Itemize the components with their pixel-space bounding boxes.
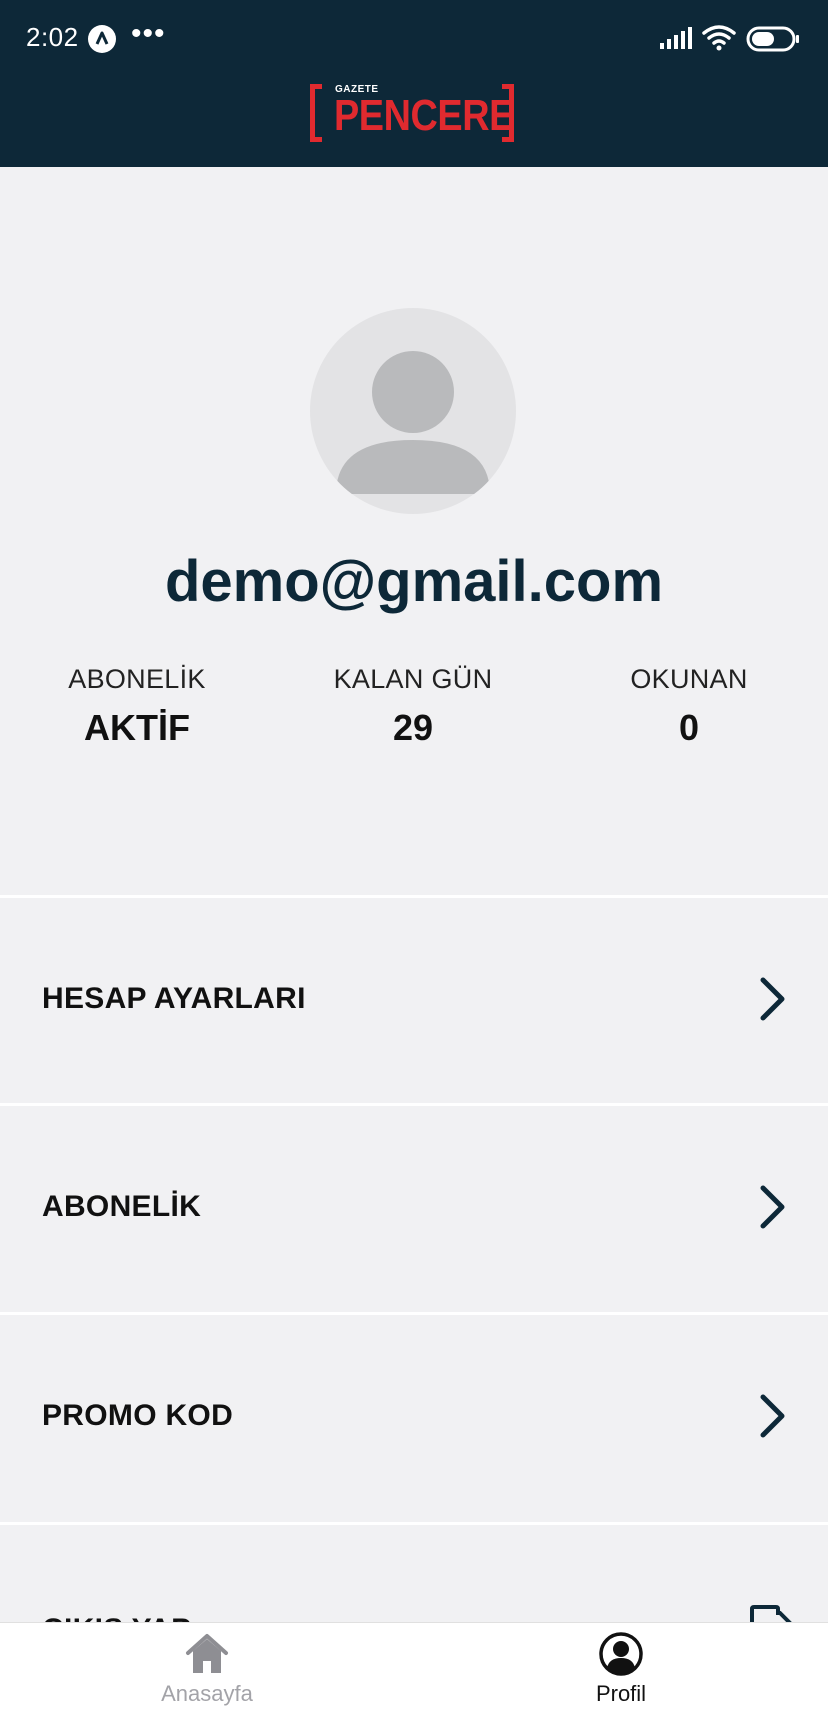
stat-label: ABONELİK (68, 664, 206, 694)
app-header: 2:02 ••• GAZETE PENCERE (0, 0, 828, 167)
logo-bracket-left (310, 84, 322, 142)
notification-app-icon (88, 25, 116, 53)
stat-value: 29 (392, 707, 434, 748)
logo-main-text: PENCERE (334, 91, 514, 140)
more-notifications-icon: ••• (131, 17, 166, 50)
menu-item-subscription[interactable]: ABONELİK (0, 1106, 828, 1311)
menu-item-label: HESAP AYARLARI (42, 982, 306, 1015)
gazete-pencere-logo: GAZETE PENCERE (306, 80, 518, 148)
chevron-right-icon (758, 1184, 788, 1230)
nav-item-home[interactable]: Anasayfa (127, 1631, 287, 1707)
user-email: demo@gmail.com (164, 549, 664, 614)
avatar[interactable] (310, 308, 516, 514)
status-bar: 2:02 ••• (0, 0, 828, 76)
logo-bracket-right (502, 84, 514, 142)
chevron-right-icon (758, 976, 788, 1022)
menu-item-label: ABONELİK (42, 1190, 202, 1223)
stat-read-count: OKUNAN 0 (559, 664, 819, 749)
nav-label-profile: Profil (595, 1681, 647, 1706)
stat-label: OKUNAN (630, 664, 748, 694)
home-icon (186, 1634, 228, 1673)
stat-value: AKTİF (84, 707, 190, 748)
bottom-navigation: Anasayfa Profil (0, 1622, 828, 1722)
profile-icon (599, 1632, 643, 1676)
stat-subscription: ABONELİK AKTİF (7, 664, 267, 749)
wifi-icon (702, 24, 736, 57)
status-time: 2:02 (26, 22, 79, 52)
profile-screen: 2:02 ••• GAZETE PENCERE demo@gmail.com A… (0, 0, 828, 1722)
signal-icon (660, 27, 692, 56)
menu-item-promo-code[interactable]: PROMO KOD (0, 1315, 828, 1520)
nav-item-profile[interactable]: Profil (541, 1631, 701, 1707)
battery-icon (746, 26, 800, 57)
user-silhouette-icon (336, 351, 490, 494)
stat-label: KALAN GÜN (333, 664, 493, 694)
chevron-right-icon (758, 1393, 788, 1439)
stat-remaining-days: KALAN GÜN 29 (283, 664, 543, 749)
nav-label-home: Anasayfa (161, 1681, 253, 1706)
menu-item-label: PROMO KOD (42, 1399, 234, 1432)
menu-item-account-settings[interactable]: HESAP AYARLARI (0, 898, 828, 1103)
menu-item-logout[interactable]: ÇIKIŞ YAP (0, 1525, 828, 1646)
stat-value: 0 (678, 707, 700, 748)
